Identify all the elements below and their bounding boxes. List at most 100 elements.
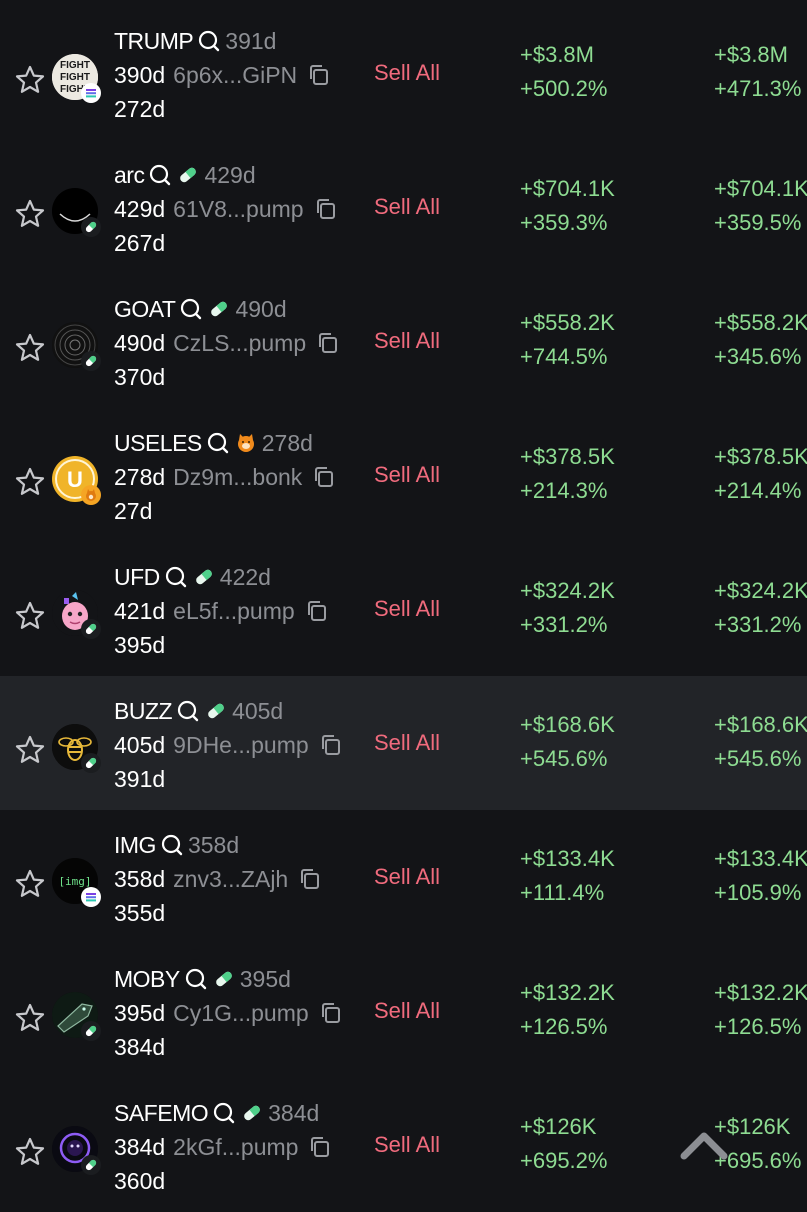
token-avatar bbox=[52, 188, 101, 237]
star-icon[interactable] bbox=[14, 600, 46, 632]
sell-all-button[interactable]: Sell All bbox=[374, 864, 440, 890]
search-icon[interactable] bbox=[197, 29, 221, 53]
svg-text:FIGHT: FIGHT bbox=[60, 72, 90, 83]
holding-age: 267d bbox=[114, 229, 166, 256]
search-icon[interactable] bbox=[176, 699, 200, 723]
token-address: znv3...ZAjh bbox=[173, 865, 289, 892]
sell-all-button[interactable]: Sell All bbox=[374, 730, 440, 756]
sell-all-button[interactable]: Sell All bbox=[374, 328, 440, 354]
holdings-list: FIGHT FIGHT FIGHT TRUMP 391d 390d 6p6x..… bbox=[0, 6, 807, 1212]
star-icon[interactable] bbox=[14, 332, 46, 364]
profit-percent: +331.2% bbox=[520, 612, 608, 637]
token-age: 390d bbox=[114, 61, 166, 88]
token-age-top: 429d bbox=[204, 161, 256, 188]
sell-all-button[interactable]: Sell All bbox=[374, 194, 440, 220]
search-icon[interactable] bbox=[206, 431, 230, 455]
token-age: 490d bbox=[114, 329, 166, 356]
token-symbol: TRUMP bbox=[114, 27, 194, 54]
search-icon[interactable] bbox=[184, 967, 208, 991]
copy-icon[interactable] bbox=[308, 1135, 332, 1159]
pill-icon bbox=[81, 351, 101, 371]
star-icon[interactable] bbox=[14, 64, 46, 96]
profit-percent: +545.6% bbox=[520, 746, 608, 771]
token-row-goat[interactable]: GOAT 490d 490d CzLS...pump 370d Sell All… bbox=[0, 274, 807, 408]
search-icon[interactable] bbox=[212, 1101, 236, 1125]
token-address: eL5f...pump bbox=[173, 597, 295, 624]
token-row-buzz[interactable]: BUZZ 405d 405d 9DHe...pump 391d Sell All… bbox=[0, 676, 807, 810]
solana-icon bbox=[81, 887, 101, 907]
star-icon[interactable] bbox=[14, 466, 46, 498]
profit-value: +$704.1K bbox=[520, 176, 615, 201]
search-icon[interactable] bbox=[160, 833, 184, 857]
token-age: 405d bbox=[114, 731, 166, 758]
copy-icon[interactable] bbox=[314, 197, 338, 221]
sell-all-button[interactable]: Sell All bbox=[374, 998, 440, 1024]
token-address: 6p6x...GiPN bbox=[173, 61, 298, 88]
star-icon[interactable] bbox=[14, 868, 46, 900]
holding-age: 272d bbox=[114, 95, 166, 122]
token-address: 2kGf...pump bbox=[173, 1133, 299, 1160]
copy-icon[interactable] bbox=[319, 733, 343, 757]
sell-all-button[interactable]: Sell All bbox=[374, 1132, 440, 1158]
token-avatar bbox=[52, 590, 101, 639]
search-icon[interactable] bbox=[164, 565, 188, 589]
token-symbol: MOBY bbox=[114, 965, 180, 992]
token-age-top: 405d bbox=[232, 697, 284, 724]
bonk-icon bbox=[81, 485, 101, 505]
svg-text:FIGHT: FIGHT bbox=[60, 60, 90, 71]
star-icon[interactable] bbox=[14, 198, 46, 230]
profit-percent: +695.2% bbox=[520, 1148, 608, 1173]
star-icon[interactable] bbox=[14, 734, 46, 766]
svg-text:U: U bbox=[67, 467, 83, 492]
pill-icon bbox=[207, 297, 231, 321]
token-row-trump[interactable]: FIGHT FIGHT FIGHT TRUMP 391d 390d 6p6x..… bbox=[0, 6, 807, 140]
realized-profit-percent: +471.3% bbox=[714, 76, 802, 101]
realized-profit-value: +$558.2K bbox=[714, 310, 807, 335]
copy-icon[interactable] bbox=[319, 1001, 343, 1025]
search-icon[interactable] bbox=[148, 163, 172, 187]
realized-profit-percent: +359.5% bbox=[714, 210, 802, 235]
realized-profit-value: +$704.1K bbox=[714, 176, 807, 201]
pill-icon bbox=[204, 699, 228, 723]
copy-icon[interactable] bbox=[305, 599, 329, 623]
token-row-moby[interactable]: MOBY 395d 395d Cy1G...pump 384d Sell All… bbox=[0, 944, 807, 1078]
token-row-arc[interactable]: arc 429d 429d 61V8...pump 267d Sell All … bbox=[0, 140, 807, 274]
holding-age: 384d bbox=[114, 1033, 166, 1060]
realized-profit-percent: +214.4% bbox=[714, 478, 802, 503]
sell-all-button[interactable]: Sell All bbox=[374, 462, 440, 488]
token-age-top: 422d bbox=[219, 563, 271, 590]
copy-icon[interactable] bbox=[312, 465, 336, 489]
profit-percent: +214.3% bbox=[520, 478, 608, 503]
holding-age: 27d bbox=[114, 497, 153, 524]
scroll-to-top-icon[interactable] bbox=[676, 1122, 732, 1166]
token-age: 384d bbox=[114, 1133, 166, 1160]
token-row-ufd[interactable]: UFD 422d 421d eL5f...pump 395d Sell All … bbox=[0, 542, 807, 676]
copy-icon[interactable] bbox=[316, 331, 340, 355]
star-icon[interactable] bbox=[14, 1136, 46, 1168]
token-avatar bbox=[52, 322, 101, 371]
realized-profit-percent: +545.6% bbox=[714, 746, 802, 771]
pill-icon bbox=[81, 753, 101, 773]
token-row-useles[interactable]: U USELES 278d 278d Dz9m...bonk 27d Sell … bbox=[0, 408, 807, 542]
token-age-top: 490d bbox=[235, 295, 287, 322]
sell-all-button[interactable]: Sell All bbox=[374, 60, 440, 86]
copy-icon[interactable] bbox=[307, 63, 331, 87]
realized-profit-value: +$324.2K bbox=[714, 578, 807, 603]
realized-profit-percent: +126.5% bbox=[714, 1014, 802, 1039]
token-age-top: 278d bbox=[261, 429, 313, 456]
token-age-top: 395d bbox=[239, 965, 291, 992]
realized-profit-percent: +345.6% bbox=[714, 344, 802, 369]
holding-age: 355d bbox=[114, 899, 166, 926]
search-icon[interactable] bbox=[179, 297, 203, 321]
star-icon[interactable] bbox=[14, 1002, 46, 1034]
copy-icon[interactable] bbox=[298, 867, 322, 891]
token-address: 61V8...pump bbox=[173, 195, 304, 222]
pill-icon bbox=[176, 163, 200, 187]
realized-profit-percent: +331.2% bbox=[714, 612, 802, 637]
token-address: 9DHe...pump bbox=[173, 731, 309, 758]
token-row-img[interactable]: [img] IMG 358d 358d znv3...ZAjh 355d Sel… bbox=[0, 810, 807, 944]
profit-percent: +359.3% bbox=[520, 210, 608, 235]
pill-icon bbox=[212, 967, 236, 991]
profit-value: +$132.2K bbox=[520, 980, 615, 1005]
sell-all-button[interactable]: Sell All bbox=[374, 596, 440, 622]
